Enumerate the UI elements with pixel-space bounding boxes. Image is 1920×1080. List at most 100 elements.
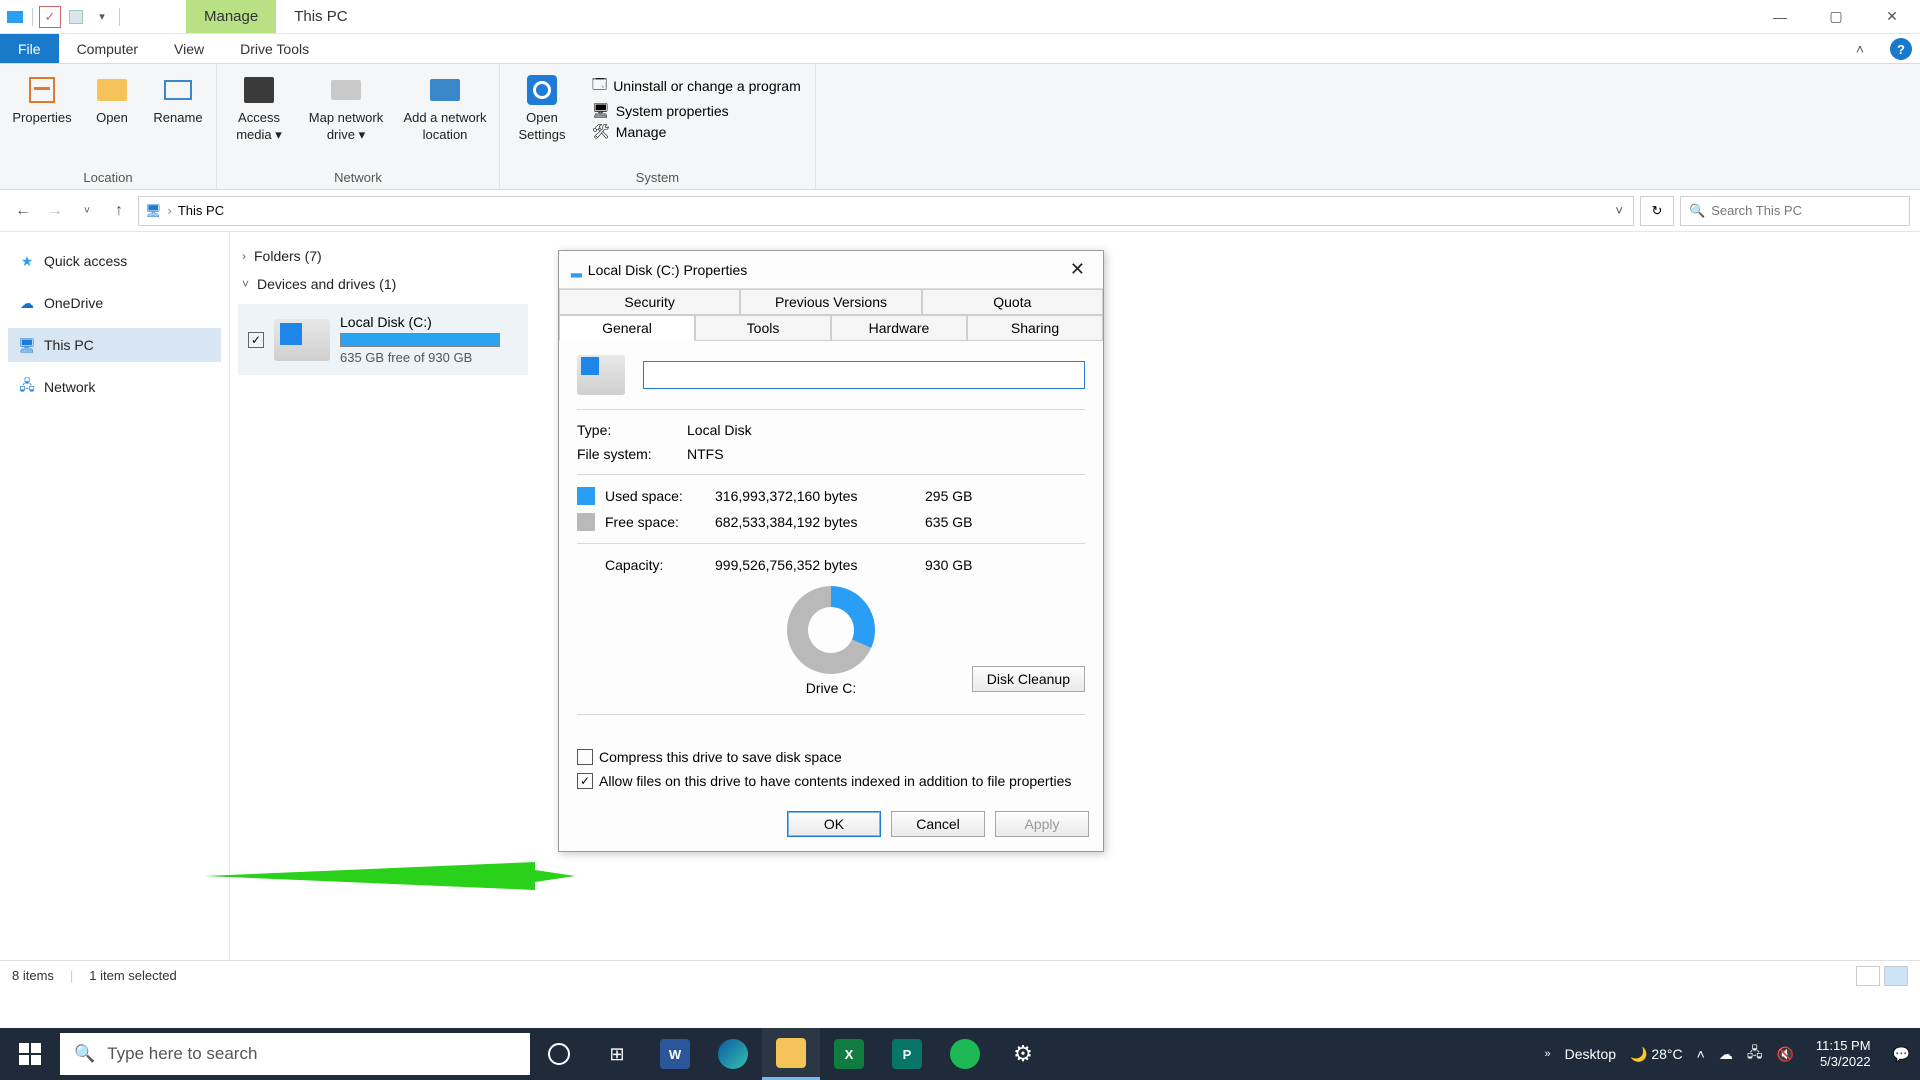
capacity-gb: 930 GB: [925, 557, 972, 573]
sidebar-item-this-pc[interactable]: 🖥This PC: [8, 328, 221, 362]
overflow-chevron-icon[interactable]: »: [1545, 1048, 1551, 1060]
qat-dropdown[interactable]: ▾: [91, 6, 113, 28]
ok-button[interactable]: OK: [787, 811, 881, 837]
sidebar-item-onedrive[interactable]: ☁OneDrive: [8, 286, 221, 320]
uninstall-program-link[interactable]: 🗔Uninstall or change a program: [592, 74, 801, 98]
rename-button[interactable]: Rename: [146, 68, 210, 125]
view-tab[interactable]: View: [156, 34, 222, 63]
forward-button[interactable]: →: [42, 198, 68, 224]
up-button[interactable]: ↑: [106, 198, 132, 224]
tray-chevron-up-icon[interactable]: ˄: [1697, 1046, 1705, 1062]
desktop-toolbar-label[interactable]: Desktop: [1565, 1046, 1616, 1062]
disk-usage-donut: [787, 586, 875, 674]
add-network-location-button[interactable]: Add a networklocation: [397, 68, 493, 142]
cancel-button[interactable]: Cancel: [891, 811, 985, 837]
taskbar-search[interactable]: 🔍 Type here to search: [60, 1033, 530, 1075]
free-space-label: Free space:: [605, 514, 705, 530]
publisher-app-button[interactable]: P: [878, 1028, 936, 1080]
access-media-button[interactable]: Accessmedia ▾: [223, 68, 295, 143]
sidebar-item-quick-access[interactable]: ★Quick access: [8, 244, 221, 278]
volume-muted-icon[interactable]: 🔇: [1776, 1046, 1793, 1063]
properties-icon: [24, 72, 60, 108]
drive-name-input[interactable]: [643, 361, 1085, 389]
free-space-bytes: 682,533,384,192 bytes: [715, 514, 915, 530]
drive-usage-bar: [340, 333, 500, 347]
settings-gear-icon: [524, 72, 560, 108]
file-tab[interactable]: File: [0, 34, 59, 63]
properties-button[interactable]: Properties: [6, 68, 78, 125]
checkbox-unchecked-icon[interactable]: [577, 749, 593, 765]
index-label: Allow files on this drive to have conten…: [599, 773, 1071, 789]
large-icons-view-button[interactable]: [1884, 966, 1908, 986]
tab-tools[interactable]: Tools: [695, 315, 831, 341]
address-dropdown[interactable]: ˅: [1611, 203, 1627, 218]
status-bar: 8 items | 1 item selected: [0, 960, 1920, 990]
folder-open-icon: [94, 72, 130, 108]
task-view-button[interactable]: ⊞: [588, 1028, 646, 1080]
excel-app-button[interactable]: X: [820, 1028, 878, 1080]
drive-item-local-disk-c[interactable]: ✓ Local Disk (C:) 635 GB free of 930 GB: [238, 304, 528, 375]
network-location-icon: [427, 72, 463, 108]
apply-button[interactable]: Apply: [995, 811, 1089, 837]
weather-widget[interactable]: 🌙 28°C: [1630, 1046, 1683, 1063]
capacity-bytes: 999,526,756,352 bytes: [715, 557, 915, 573]
index-checkbox-row[interactable]: ✓ Allow files on this drive to have cont…: [577, 769, 1085, 793]
breadcrumb[interactable]: This PC: [178, 203, 224, 218]
collapse-ribbon-button[interactable]: ˄: [1838, 34, 1882, 63]
close-button[interactable]: ✕: [1864, 0, 1920, 33]
manage-link[interactable]: 🛠Manage: [592, 123, 801, 140]
drive-checkbox[interactable]: ✓: [248, 332, 264, 348]
rename-icon: [160, 72, 196, 108]
tab-previous-versions[interactable]: Previous Versions: [740, 289, 921, 315]
tab-quota[interactable]: Quota: [922, 289, 1103, 315]
new-folder-icon[interactable]: [65, 6, 87, 28]
used-color-swatch: [577, 487, 595, 505]
network-tray-icon[interactable]: 🖧: [1747, 1042, 1763, 1066]
sidebar-item-network[interactable]: 🖧Network: [8, 370, 221, 404]
group-network-label: Network: [223, 168, 493, 189]
disk-cleanup-button[interactable]: Disk Cleanup: [972, 666, 1085, 692]
ribbon: Properties Open Rename Location Accessme…: [0, 64, 1920, 190]
tab-hardware[interactable]: Hardware: [831, 315, 967, 341]
details-view-button[interactable]: [1856, 966, 1880, 986]
address-bar-row: ← → ˅ ↑ 🖥 › This PC ˅ ↻ 🔍 Search This PC: [0, 190, 1920, 232]
search-input[interactable]: 🔍 Search This PC: [1680, 196, 1910, 226]
maximize-button[interactable]: ▢: [1808, 0, 1864, 33]
manage-context-tab[interactable]: Manage: [186, 0, 276, 33]
filesystem-value: NTFS: [687, 446, 724, 462]
address-bar[interactable]: 🖥 › This PC ˅: [138, 196, 1634, 226]
open-button[interactable]: Open: [84, 68, 140, 125]
help-icon[interactable]: ?: [1890, 38, 1912, 60]
drive-network-icon: [328, 72, 364, 108]
compress-checkbox-row[interactable]: Compress this drive to save disk space: [577, 745, 1085, 769]
checkbox-icon[interactable]: ✓: [39, 6, 61, 28]
clock[interactable]: 11:15 PM 5/3/2022: [1808, 1038, 1879, 1071]
cortana-button[interactable]: [530, 1028, 588, 1080]
spotify-app-button[interactable]: [936, 1028, 994, 1080]
map-network-drive-button[interactable]: Map networkdrive ▾: [301, 68, 391, 143]
dialog-close-button[interactable]: ✕: [1064, 259, 1091, 280]
filesystem-label: File system:: [577, 446, 687, 462]
minimize-button[interactable]: —: [1752, 0, 1808, 33]
start-button[interactable]: [0, 1028, 60, 1080]
tab-sharing[interactable]: Sharing: [967, 315, 1103, 341]
system-tray: » Desktop 🌙 28°C ˄ ☁ 🖧 🔇 11:15 PM 5/3/20…: [1535, 1038, 1920, 1071]
tab-security[interactable]: Security: [559, 289, 740, 315]
back-button[interactable]: ←: [10, 198, 36, 224]
notifications-icon[interactable]: 💬: [1893, 1046, 1910, 1063]
refresh-button[interactable]: ↻: [1640, 196, 1674, 226]
checkbox-checked-icon[interactable]: ✓: [577, 773, 593, 789]
drive-icon: [274, 319, 330, 361]
computer-tab[interactable]: Computer: [59, 34, 156, 63]
edge-app-button[interactable]: [704, 1028, 762, 1080]
recent-locations-dropdown[interactable]: ˅: [74, 198, 100, 224]
open-settings-button[interactable]: OpenSettings: [506, 68, 578, 142]
settings-app-button[interactable]: ⚙: [994, 1028, 1052, 1080]
file-explorer-app-button[interactable]: [762, 1028, 820, 1080]
onedrive-tray-icon[interactable]: ☁: [1719, 1046, 1733, 1063]
drive-tools-tab[interactable]: Drive Tools: [222, 34, 327, 63]
system-properties-link[interactable]: 🖥System properties: [592, 102, 801, 119]
free-color-swatch: [577, 513, 595, 531]
word-app-button[interactable]: W: [646, 1028, 704, 1080]
tab-general[interactable]: General: [559, 315, 695, 341]
